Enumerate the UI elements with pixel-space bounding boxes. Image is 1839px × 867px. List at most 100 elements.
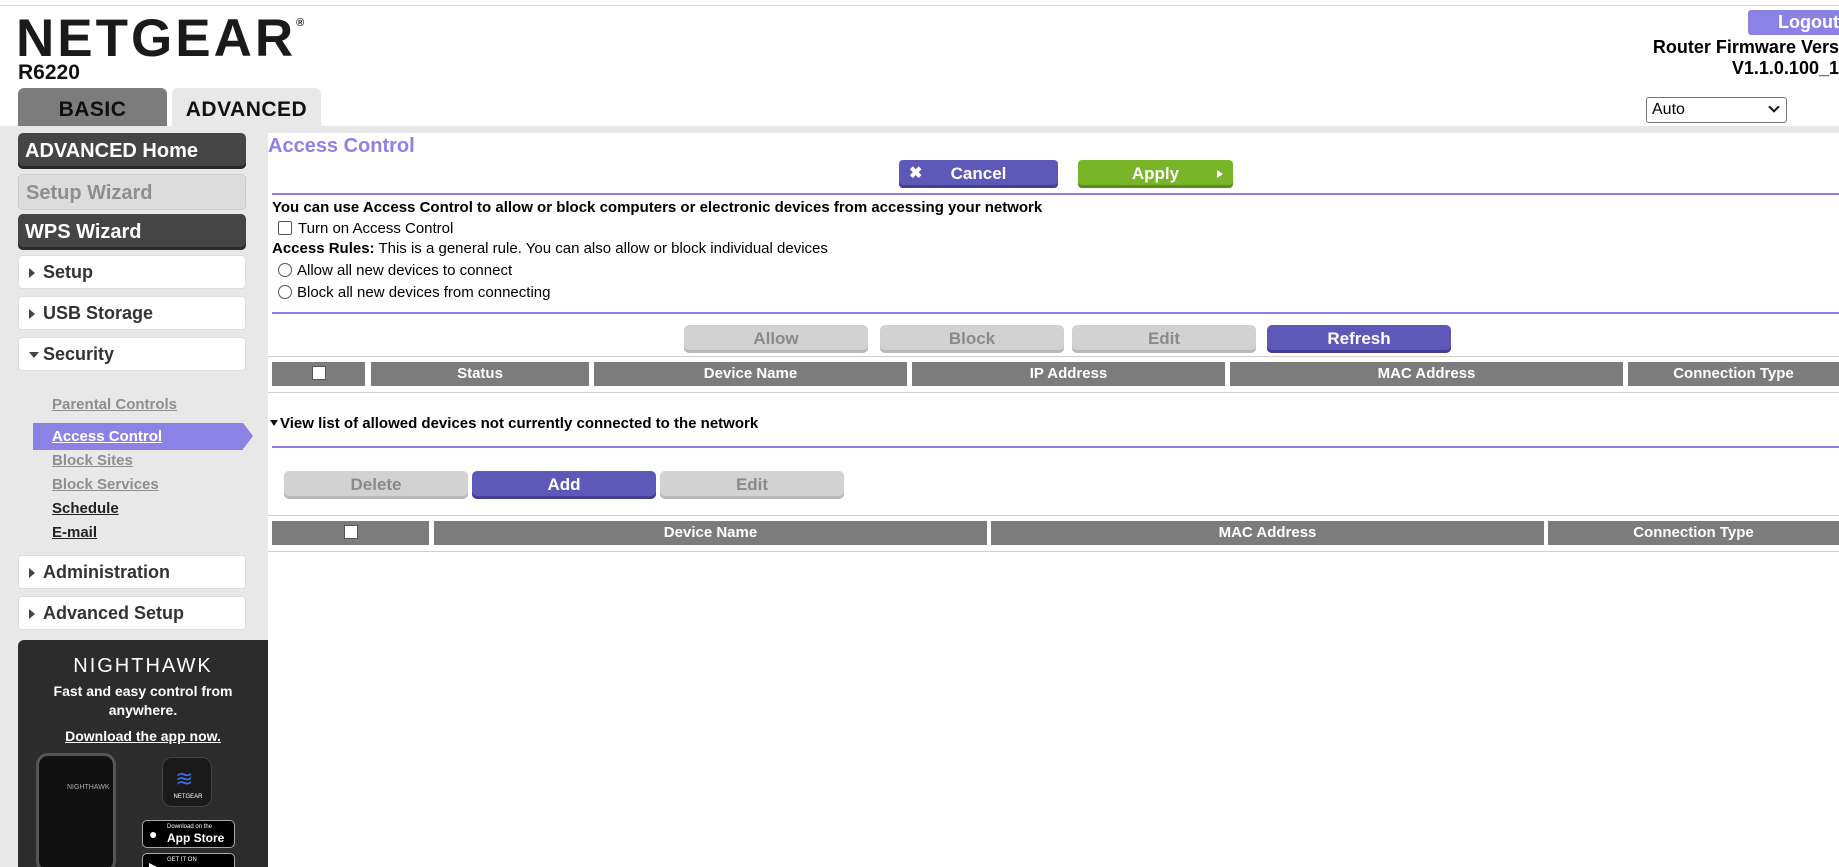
sidebar-menu-advanced-setup[interactable]: Advanced Setup — [18, 596, 246, 630]
select-all-header — [272, 521, 429, 545]
sidebar-item-email[interactable]: E-mail — [52, 524, 97, 541]
radio-label: Allow all new devices to connect — [297, 262, 513, 279]
column-header: Device Name — [434, 521, 987, 545]
select-all-checkbox[interactable] — [311, 366, 326, 380]
access-rules-description: This is a general rule. You can also all… — [374, 240, 828, 257]
browser-top-edge — [0, 0, 1839, 6]
main-content: Access Control ✖ Cancel Apply You can us… — [268, 133, 1839, 867]
page-title: Access Control — [268, 135, 415, 157]
intro-text: You can use Access Control to allow or b… — [272, 199, 1043, 216]
sidebar-menu-security[interactable]: Security — [18, 337, 246, 371]
column-header: Status — [371, 362, 589, 386]
language-select[interactable]: Auto — [1646, 97, 1787, 123]
sidebar-menu-label: Setup — [43, 262, 94, 282]
radio-label: Block all new devices from connecting — [297, 284, 551, 301]
promo-tagline: Fast and easy control from anywhere. — [53, 683, 233, 718]
toggle-label: View list of allowed devices not current… — [280, 415, 759, 432]
column-header: Connection Type — [1628, 362, 1839, 386]
model-name: R6220 — [18, 61, 80, 84]
column-header: IP Address — [912, 362, 1225, 386]
column-header: MAC Address — [1230, 362, 1623, 386]
sidebar-menu-label: USB Storage — [43, 303, 154, 323]
refresh-button[interactable]: Refresh — [1267, 325, 1451, 353]
tab-advanced[interactable]: ADVANCED — [172, 88, 321, 126]
section-divider — [272, 446, 1839, 448]
sidebar-item-block-services[interactable]: Block Services — [52, 476, 159, 493]
firmware-label: Router Firmware Vers — [1652, 37, 1839, 57]
app-store-text: App Store — [167, 831, 225, 845]
select-all-checkbox[interactable] — [343, 525, 358, 539]
cancel-label: Cancel — [950, 164, 1007, 183]
firmware-version: V1.1.0.100_1 — [1731, 58, 1839, 78]
section-divider — [272, 193, 1839, 195]
app-store-button[interactable]: ● Download on the App Store — [142, 820, 235, 848]
phone-screen-text: NIGHTHAWK — [67, 784, 110, 791]
wps-wizard-button[interactable]: WPS Wizard — [18, 214, 246, 250]
turn-on-access-control-checkbox[interactable]: Turn on Access Control — [278, 220, 453, 237]
sidebar-item-access-control[interactable]: Access Control — [33, 423, 253, 450]
caret-right-icon — [29, 609, 35, 619]
setup-wizard-button[interactable]: Setup Wizard — [18, 174, 246, 210]
app-store-small-text: Download on the — [167, 824, 213, 830]
tab-basic[interactable]: BASIC — [18, 88, 167, 126]
caret-down-icon — [270, 420, 278, 426]
google-play-small-text: GET IT ON — [167, 857, 197, 863]
caret-right-icon — [29, 309, 35, 319]
sidebar-item-block-sites[interactable]: Block Sites — [52, 452, 133, 469]
netgear-logo: NETGEAR® — [16, 9, 305, 68]
radio-circle[interactable] — [278, 285, 292, 299]
checkbox-label: Turn on Access Control — [298, 220, 454, 237]
cancel-button[interactable]: ✖ Cancel — [899, 160, 1058, 188]
edit-device-button[interactable]: Edit — [1072, 325, 1256, 353]
device-table: Status Device Name IP Address MAC Addres… — [268, 356, 1839, 393]
checkbox-box[interactable] — [278, 221, 292, 235]
google-play-button[interactable]: ▶ GET IT ON — [142, 853, 235, 867]
sidebar-menu-label: Security — [43, 344, 115, 364]
column-header: MAC Address — [991, 521, 1544, 545]
radio-circle[interactable] — [278, 263, 292, 277]
sidebar-menu-label: Advanced Setup — [43, 603, 185, 623]
access-rules-label: Access Rules: — [272, 240, 375, 257]
play-arrow-icon — [1217, 170, 1223, 178]
logout-button[interactable]: Logout — [1748, 10, 1839, 35]
close-icon: ✖ — [909, 165, 923, 182]
access-rules-text: Access Rules: This is a general rule. Yo… — [272, 240, 828, 257]
phone-image: NIGHTHAWK — [36, 753, 116, 867]
allow-all-radio[interactable]: Allow all new devices to connect — [278, 262, 512, 279]
play-icon: ▶ — [149, 859, 160, 867]
sidebar-item-label: Access Control — [52, 428, 163, 445]
header-divider — [0, 126, 1839, 133]
caret-right-icon — [29, 568, 35, 578]
sidebar-menu-setup[interactable]: Setup — [18, 255, 246, 289]
apply-button[interactable]: Apply — [1078, 160, 1233, 188]
promo-title: NIGHTHAWK — [73, 655, 213, 677]
block-button[interactable]: Block — [880, 325, 1064, 353]
sidebar-item-parental-controls[interactable]: Parental Controls — [52, 396, 177, 413]
wifi-icon: ≋ — [175, 766, 194, 791]
apple-icon: ● — [149, 826, 158, 842]
chevron-down-icon — [1768, 101, 1780, 113]
allowed-devices-table: Device Name MAC Address Connection Type — [268, 515, 1839, 552]
download-app-link[interactable]: Download the app now. — [18, 728, 268, 744]
add-button[interactable]: Add — [472, 471, 656, 499]
nighthawk-app-icon: ≋ NETGEAR — [162, 757, 212, 807]
router-admin-page: NETGEAR® R6220 Logout Router Firmware Ve… — [0, 0, 1839, 867]
section-divider — [272, 312, 1839, 314]
sidebar-item-schedule[interactable]: Schedule — [52, 500, 119, 517]
select-all-header — [272, 362, 365, 386]
allow-button[interactable]: Allow — [684, 325, 868, 353]
column-header: Connection Type — [1548, 521, 1839, 545]
sidebar-menu-administration[interactable]: Administration — [18, 555, 246, 589]
sidebar-menu-label: Administration — [43, 562, 171, 582]
edit-allowed-button[interactable]: Edit — [660, 471, 844, 499]
advanced-home-button[interactable]: ADVANCED Home — [18, 133, 246, 169]
allowed-devices-toggle[interactable]: View list of allowed devices not current… — [270, 415, 758, 432]
sidebar-menu-usb-storage[interactable]: USB Storage — [18, 296, 246, 330]
delete-button[interactable]: Delete — [284, 471, 468, 499]
app-icon-brand: NETGEAR — [173, 794, 203, 800]
block-all-radio[interactable]: Block all new devices from connecting — [278, 284, 550, 301]
nighthawk-promo: NIGHTHAWK Fast and easy control from any… — [18, 640, 268, 867]
apply-label: Apply — [1131, 164, 1180, 183]
caret-right-icon — [29, 268, 35, 278]
column-header: Device Name — [594, 362, 907, 386]
